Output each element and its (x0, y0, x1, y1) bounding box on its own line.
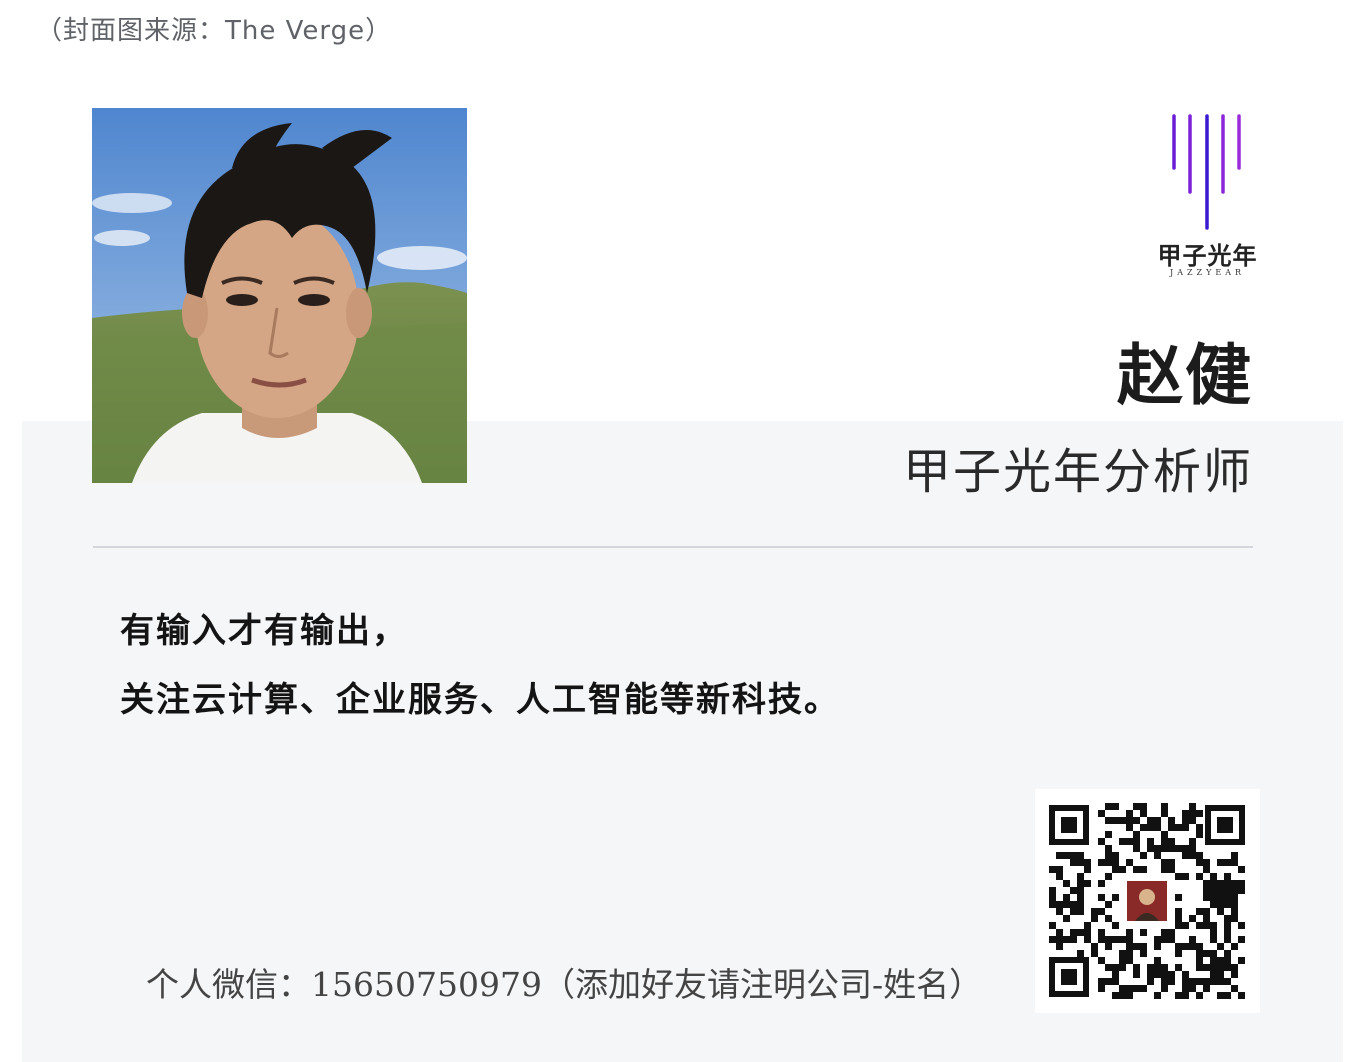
wechat-qr-code-icon (1035, 789, 1260, 1013)
profile-photo (92, 108, 467, 483)
person-title: 甲子光年分析师 (902, 444, 1253, 500)
logo-wordmark: 甲子光年 (1157, 241, 1258, 270)
person-name: 赵健 (1117, 336, 1253, 414)
jazzyear-logo: 甲子光年 JAZZYEAR (1150, 110, 1265, 285)
motto-line-2: 关注云计算、企业服务、人工智能等新科技。 (120, 680, 840, 720)
image-source-caption: （封面图来源：The Verge） (36, 16, 393, 46)
motto-line-1: 有输入才有输出， (120, 611, 408, 651)
wechat-contact: 个人微信：15650750979（添加好友请注明公司-姓名） (146, 965, 983, 1004)
logo-subtitle: JAZZYEAR (1169, 268, 1246, 277)
divider (93, 546, 1253, 548)
